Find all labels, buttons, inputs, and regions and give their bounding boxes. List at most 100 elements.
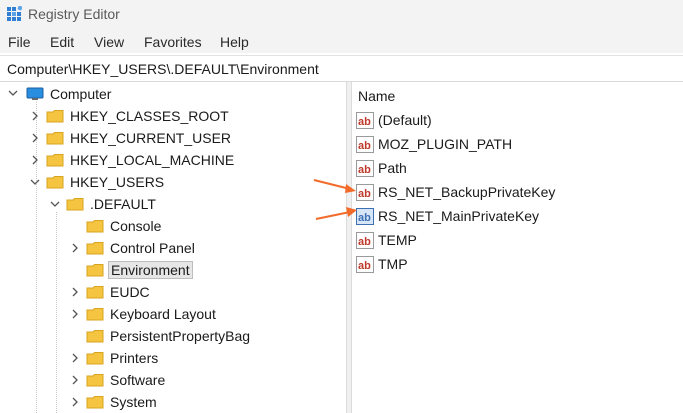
annotation-arrow-icon [313, 179, 356, 193]
address-bar[interactable]: Computer\HKEY_USERS\.DEFAULT\Environment [0, 55, 683, 82]
tree-node-label: Computer [50, 86, 112, 102]
svg-text:ab: ab [358, 188, 371, 200]
chevron-right-icon[interactable] [30, 111, 40, 121]
chevron-right-icon[interactable] [70, 397, 80, 407]
string-ab-icon: ab [356, 159, 374, 177]
svg-text:ab: ab [358, 140, 371, 152]
value-name: TMP [378, 256, 408, 272]
tree-node-eudc[interactable]: EUDC [86, 282, 150, 302]
tree-node-label: EUDC [110, 284, 150, 300]
value-row-path[interactable]: ab Path [356, 158, 407, 178]
string-ab-icon: ab [356, 135, 374, 153]
tree-node-keyboard-layout[interactable]: Keyboard Layout [86, 304, 216, 324]
tree-node-label: System [110, 394, 157, 410]
folder-open-icon [66, 198, 84, 211]
value-row-tmp[interactable]: ab TMP [356, 254, 408, 274]
string-ab-icon: ab [356, 231, 374, 249]
svg-text:ab: ab [358, 236, 371, 248]
tree-node-hku[interactable]: HKEY_USERS [46, 172, 164, 192]
value-name: MOZ_PLUGIN_PATH [378, 136, 513, 152]
chevron-right-icon[interactable] [70, 309, 80, 319]
tree-node-environment[interactable]: Environment [86, 260, 193, 280]
chevron-down-icon[interactable] [8, 88, 18, 98]
address-path[interactable]: Computer\HKEY_USERS\.DEFAULT\Environment [7, 61, 319, 77]
svg-text:ab: ab [358, 212, 371, 224]
key-tree-pane[interactable]: Computer HKEY_CLASSES_ROOT HKEY_CURRENT_… [0, 82, 346, 413]
chevron-down-icon[interactable] [30, 177, 40, 187]
registry-editor-icon [7, 6, 22, 21]
value-name: RS_NET_MainPrivateKey [378, 208, 540, 224]
chevron-down-icon[interactable] [50, 199, 60, 209]
tree-node-label: .DEFAULT [90, 196, 156, 212]
svg-text:ab: ab [358, 116, 371, 128]
folder-icon [86, 220, 104, 233]
tree-node-printers[interactable]: Printers [86, 348, 158, 368]
tree-node-label: Software [110, 372, 166, 388]
tree-node-software[interactable]: Software [86, 370, 165, 390]
tree-node-persistent-property-bag[interactable]: PersistentPropertyBag [86, 326, 250, 346]
column-header-name[interactable]: Name [358, 88, 395, 104]
tree-node-console[interactable]: Console [86, 216, 161, 236]
tree-node-label: Console [110, 218, 162, 234]
tree-node-default[interactable]: .DEFAULT [66, 194, 156, 214]
value-row-default[interactable]: ab (Default) [356, 110, 432, 130]
tree-node-label: PersistentPropertyBag [110, 328, 251, 344]
tree-node-hkcu[interactable]: HKEY_CURRENT_USER [46, 128, 231, 148]
chevron-right-icon[interactable] [30, 155, 40, 165]
folder-icon [46, 132, 64, 145]
folder-icon [86, 374, 104, 387]
menu-file[interactable]: File [8, 34, 31, 50]
value-name: TEMP [378, 232, 417, 248]
value-row-rs-net-main-private-key[interactable]: ab RS_NET_MainPrivateKey [356, 206, 539, 226]
tree-node-label: HKEY_USERS [70, 174, 165, 190]
menu-edit[interactable]: Edit [50, 34, 74, 50]
folder-icon [86, 308, 104, 321]
annotation-arrow-icon [315, 207, 357, 220]
tree-node-system[interactable]: System [86, 392, 157, 412]
menu-view[interactable]: View [94, 34, 124, 50]
svg-text:ab: ab [358, 164, 371, 176]
value-name: RS_NET_BackupPrivateKey [378, 184, 556, 200]
menu-help[interactable]: Help [220, 34, 249, 50]
folder-icon [86, 396, 104, 409]
folder-icon [86, 264, 104, 277]
tree-node-label: Control Panel [110, 240, 195, 256]
tree-node-label: HKEY_LOCAL_MACHINE [70, 152, 235, 168]
tree-node-label: Environment [108, 261, 193, 279]
tree-node-hkcr[interactable]: HKEY_CLASSES_ROOT [46, 106, 229, 126]
chevron-right-icon[interactable] [70, 287, 80, 297]
tree-node-hklm[interactable]: HKEY_LOCAL_MACHINE [46, 150, 234, 170]
folder-icon [86, 286, 104, 299]
value-row-moz-plugin-path[interactable]: ab MOZ_PLUGIN_PATH [356, 134, 512, 154]
computer-icon [26, 87, 44, 100]
folder-icon [86, 330, 104, 343]
tree-guide-line [36, 102, 37, 413]
tree-node-control-panel[interactable]: Control Panel [86, 238, 195, 258]
svg-text:ab: ab [358, 260, 371, 272]
folder-icon [86, 242, 104, 255]
value-name: Path [378, 160, 407, 176]
string-ab-icon: ab [356, 111, 374, 129]
tree-node-computer[interactable]: Computer [26, 84, 111, 104]
binary-icon: ab [356, 207, 374, 225]
menu-favorites[interactable]: Favorites [144, 34, 202, 50]
folder-icon [46, 110, 64, 123]
chevron-right-icon[interactable] [70, 353, 80, 363]
folder-open-icon [46, 176, 64, 189]
values-list-pane[interactable]: Name ab (Default) ab MOZ_PLUGIN_PATH ab … [352, 82, 683, 413]
chevron-right-icon[interactable] [70, 375, 80, 385]
tree-guide-line [56, 212, 57, 413]
folder-icon [86, 352, 104, 365]
value-row-temp[interactable]: ab TEMP [356, 230, 417, 250]
tree-node-label: HKEY_CLASSES_ROOT [70, 108, 229, 124]
menu-bar: File Edit View Favorites Help [0, 30, 683, 53]
string-ab-icon: ab [356, 255, 374, 273]
chevron-right-icon[interactable] [70, 243, 80, 253]
title-bar: Registry Editor [0, 0, 683, 30]
tree-node-label: Keyboard Layout [110, 306, 216, 322]
string-ab-icon: ab [356, 183, 374, 201]
value-row-rs-net-backup-private-key[interactable]: ab RS_NET_BackupPrivateKey [356, 182, 555, 202]
chevron-right-icon[interactable] [30, 133, 40, 143]
window-title: Registry Editor [28, 6, 120, 22]
tree-node-label: HKEY_CURRENT_USER [70, 130, 232, 146]
